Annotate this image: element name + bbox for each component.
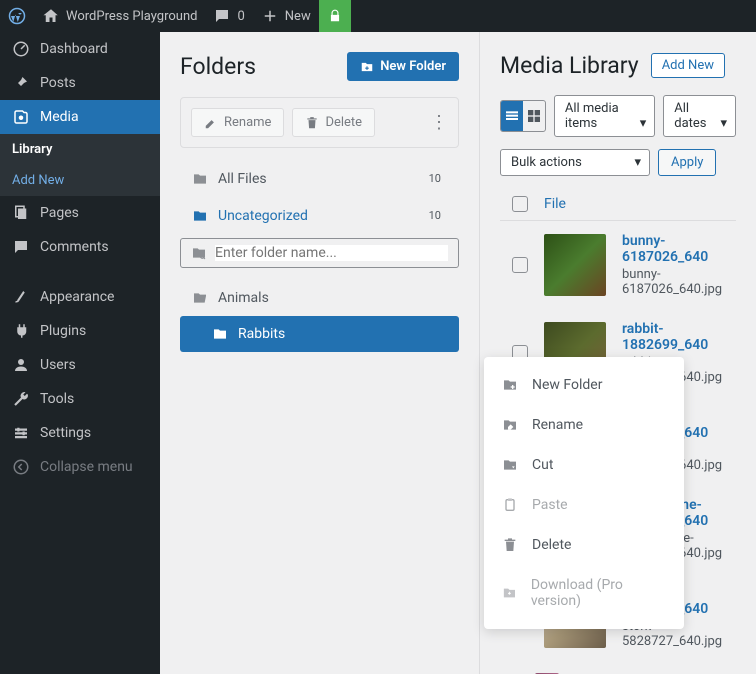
sidebar-item-pages[interactable]: Pages [0, 196, 160, 230]
wrench-icon [12, 390, 30, 408]
folder-rabbits[interactable]: Rabbits [180, 316, 459, 352]
main-content: Folders New Folder Rename Delete ⋮ All F… [160, 32, 756, 674]
folder-open-icon [192, 290, 208, 306]
folder-icon [192, 208, 208, 224]
comment-icon [213, 7, 231, 25]
ctx-rename[interactable]: Rename [484, 405, 684, 445]
wp-logo[interactable] [0, 0, 34, 32]
apply-button[interactable]: Apply [658, 149, 716, 176]
folder-plus-icon [502, 377, 518, 393]
site-name: WordPress Playground [66, 9, 197, 24]
folders-title: Folders [180, 53, 256, 80]
ctx-download: Download (Pro version) [484, 565, 684, 621]
more-button[interactable]: ⋮ [430, 112, 448, 133]
lock-badge[interactable] [319, 0, 351, 32]
folder-search-icon [191, 245, 207, 261]
sidebar-sub-library[interactable]: Library [0, 134, 160, 165]
file-column-header[interactable]: File [544, 196, 566, 212]
edit-icon [502, 417, 518, 433]
folder-search-input[interactable] [215, 245, 448, 261]
ctx-paste: Paste [484, 485, 684, 525]
filter-media-type[interactable]: All media items [554, 95, 655, 137]
new-content-link[interactable]: New [253, 0, 319, 32]
pages-icon [12, 204, 30, 222]
view-grid-button[interactable] [523, 101, 545, 131]
delete-button[interactable]: Delete [292, 108, 375, 137]
user-icon [12, 356, 30, 374]
sidebar-item-media[interactable]: Media [0, 100, 160, 134]
comments-count: 0 [237, 9, 244, 24]
media-item-file: bunny-6187026_640.jpg [622, 267, 724, 297]
paste-icon [502, 497, 518, 513]
list-icon [504, 108, 520, 124]
lock-icon [328, 9, 342, 23]
sidebar-item-comments[interactable]: Comments [0, 230, 160, 264]
media-row: bunny-6187026_640 bunny-6187026_640.jpg [500, 221, 736, 309]
sidebar-item-settings[interactable]: Settings [0, 416, 160, 450]
settings-icon [12, 424, 30, 442]
brush-icon [12, 288, 30, 306]
site-name-link[interactable]: WordPress Playground [34, 0, 205, 32]
new-label: New [285, 9, 311, 24]
folder-context-menu: New Folder Rename Cut Paste Delete Downl… [484, 357, 684, 629]
new-folder-button[interactable]: New Folder [347, 52, 459, 81]
folder-icon [212, 326, 228, 342]
folder-search[interactable] [180, 238, 459, 268]
cut-icon [502, 457, 518, 473]
pin-icon [12, 74, 30, 92]
bulk-actions-select[interactable]: Bulk actions [500, 149, 650, 176]
rename-button[interactable]: Rename [191, 108, 284, 137]
sidebar-item-posts[interactable]: Posts [0, 66, 160, 100]
plus-icon [261, 7, 279, 25]
ctx-new-folder[interactable]: New Folder [484, 365, 684, 405]
admin-sidebar: Dashboard Posts Media Library Add New Pa… [0, 32, 160, 674]
sidebar-item-dashboard[interactable]: Dashboard [0, 32, 160, 66]
media-item-name[interactable]: rabbit-1882699_640 [622, 321, 724, 353]
collapse-menu[interactable]: Collapse menu [0, 450, 160, 484]
sidebar-item-plugins[interactable]: Plugins [0, 314, 160, 348]
filter-dates[interactable]: All dates [663, 95, 736, 137]
view-list-button[interactable] [501, 101, 523, 131]
folder-animals[interactable]: Animals [180, 280, 459, 316]
folder-uncategorized[interactable]: Uncategorized 10 [180, 197, 459, 234]
comment-icon [12, 238, 30, 256]
download-icon [502, 585, 517, 601]
sidebar-sub-addnew[interactable]: Add New [0, 165, 160, 196]
plug-icon [12, 322, 30, 340]
sidebar-item-users[interactable]: Users [0, 348, 160, 382]
media-title: Media Library [500, 52, 639, 79]
view-toggle [500, 100, 546, 132]
admin-topbar: WordPress Playground 0 New [0, 0, 756, 32]
edit-icon [204, 116, 218, 130]
grid-icon [526, 108, 542, 124]
trash-icon [305, 116, 319, 130]
select-all-checkbox[interactable] [512, 196, 528, 212]
media-row: flowers_5452263_640 flowers_5452263_640.… [500, 661, 736, 674]
folder-icon [192, 171, 208, 187]
media-icon [12, 108, 30, 126]
media-item-name[interactable]: bunny-6187026_640 [622, 233, 724, 265]
media-thumbnail[interactable] [544, 234, 606, 296]
row-checkbox[interactable] [512, 257, 528, 273]
folders-panel: Folders New Folder Rename Delete ⋮ All F… [160, 32, 480, 674]
folder-plus-icon [360, 60, 374, 74]
folder-all-files[interactable]: All Files 10 [180, 160, 459, 197]
trash-icon [502, 537, 518, 553]
home-icon [42, 7, 60, 25]
ctx-cut[interactable]: Cut [484, 445, 684, 485]
collapse-icon [12, 458, 30, 476]
sidebar-item-tools[interactable]: Tools [0, 382, 160, 416]
media-add-new-button[interactable]: Add New [651, 53, 725, 78]
ctx-delete[interactable]: Delete [484, 525, 684, 565]
dashboard-icon [12, 40, 30, 58]
comments-link[interactable]: 0 [205, 0, 252, 32]
folder-toolbar: Rename Delete ⋮ [180, 97, 459, 148]
sidebar-item-appearance[interactable]: Appearance [0, 280, 160, 314]
